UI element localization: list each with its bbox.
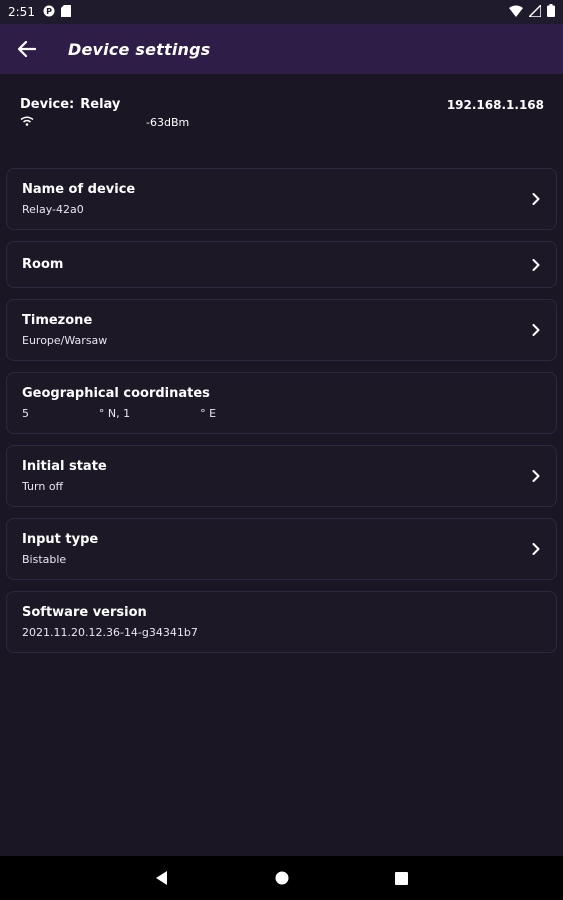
setting-value: 2021.11.20.12.36-14-g34341b7 <box>22 626 198 639</box>
device-ip: 192.168.1.168 <box>446 97 544 112</box>
chevron-right-icon <box>516 543 556 555</box>
system-nav-bar <box>0 856 563 900</box>
arrow-back-icon <box>18 41 36 57</box>
chevron-right-icon <box>516 193 556 205</box>
square-recents-icon <box>395 871 408 885</box>
setting-input-type[interactable]: Input type Bistable <box>6 518 557 580</box>
wifi-icon <box>509 5 523 20</box>
app-notification-icon: P <box>43 5 55 20</box>
device-label: Device: <box>20 97 75 112</box>
setting-title: Input type <box>22 532 99 547</box>
signal-strength: -63dBm <box>146 116 190 129</box>
setting-software-version: Software version 2021.11.20.12.36-14-g34… <box>6 591 557 653</box>
device-label-group: Device: Relay <box>20 97 120 112</box>
nav-back-button[interactable] <box>102 856 222 900</box>
status-right <box>509 2 555 20</box>
wifi-signal-icon <box>20 116 34 129</box>
triangle-back-icon <box>155 871 167 885</box>
status-time: 2:51 <box>8 5 35 19</box>
setting-room[interactable]: Room <box>6 241 557 288</box>
setting-value: 5 ° N, 1 ° E <box>22 407 217 420</box>
chevron-right-icon <box>516 470 556 482</box>
setting-value: Bistable <box>22 553 67 566</box>
nav-recents-button[interactable] <box>342 856 462 900</box>
setting-value: Relay-42a0 <box>22 203 84 216</box>
setting-geographical-coordinates[interactable]: Geographical coordinates 5 ° N, 1 ° E <box>6 372 557 434</box>
sd-card-icon <box>60 4 71 20</box>
setting-value: Europe/Warsaw <box>22 334 108 347</box>
setting-title: Geographical coordinates <box>22 386 210 401</box>
setting-name-of-device[interactable]: Name of device Relay-42a0 <box>6 168 557 230</box>
circle-home-icon <box>275 871 288 885</box>
device-name: Relay <box>80 97 121 112</box>
setting-initial-state[interactable]: Initial state Turn off <box>6 445 557 507</box>
status-bar: 2:51 P <box>0 0 563 24</box>
nav-home-button[interactable] <box>222 856 342 900</box>
setting-timezone[interactable]: Timezone Europe/Warsaw <box>6 299 557 361</box>
setting-title: Name of device <box>22 182 136 197</box>
setting-title: Initial state <box>22 459 107 474</box>
battery-icon <box>547 4 555 20</box>
device-info: Device: Relay 192.168.1.168 -63dBm <box>20 97 544 137</box>
svg-text:P: P <box>46 7 52 16</box>
setting-value: Turn off <box>22 480 64 493</box>
app-bar: Device settings <box>0 24 563 74</box>
setting-title: Room <box>22 257 64 272</box>
cell-signal-icon <box>527 2 542 20</box>
page-title: Device settings <box>68 39 211 59</box>
back-button[interactable] <box>0 24 54 74</box>
chevron-right-icon <box>516 258 556 271</box>
chevron-right-icon <box>516 324 556 336</box>
setting-title: Software version <box>22 605 147 620</box>
setting-title: Timezone <box>22 313 93 328</box>
